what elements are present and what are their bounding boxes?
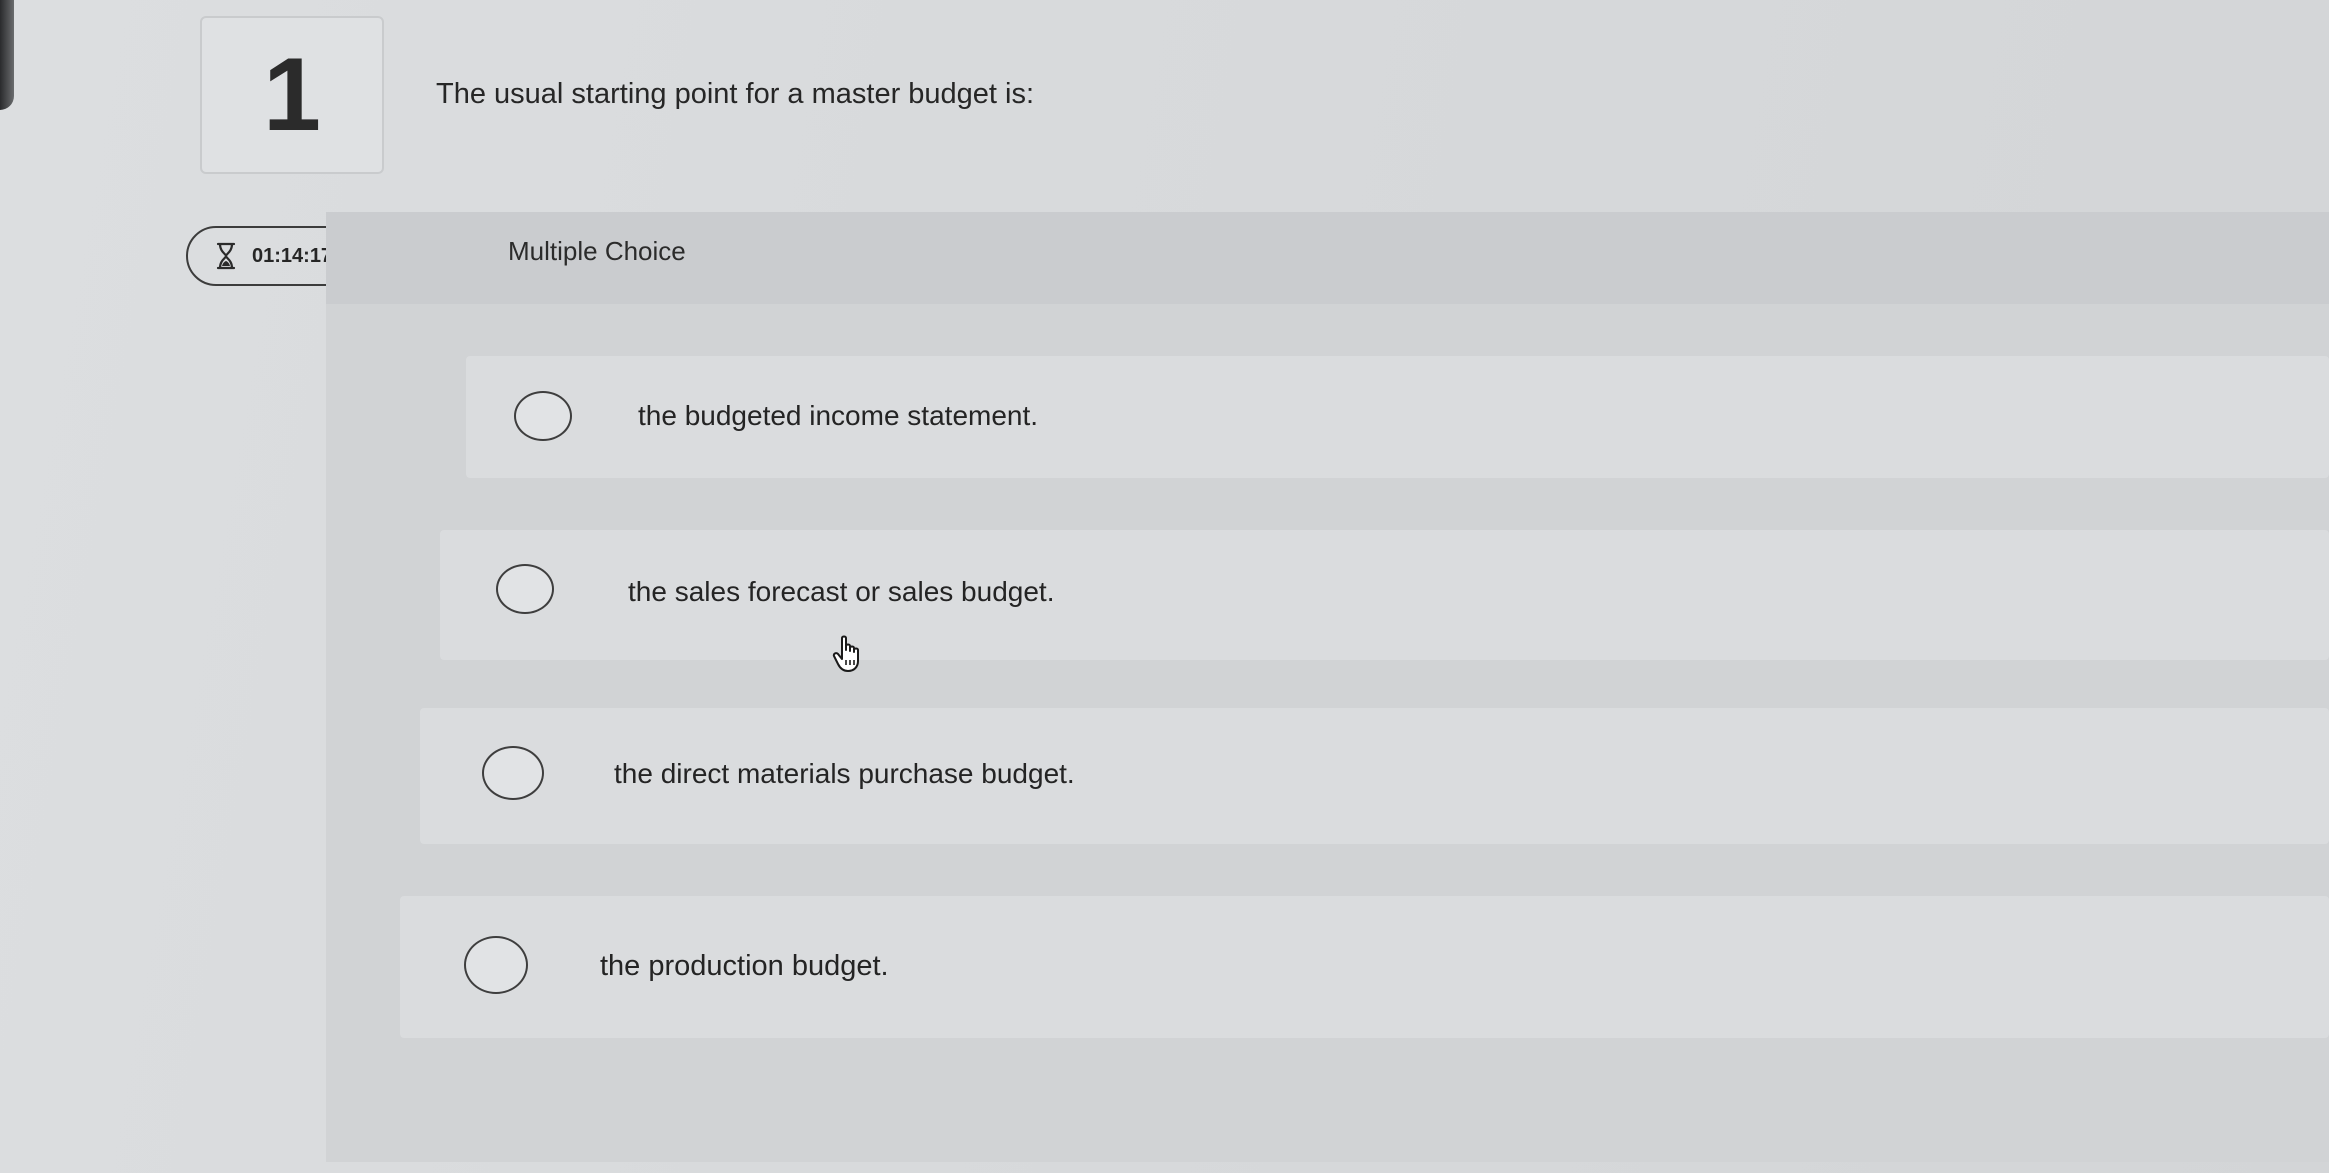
question-number: 1 <box>263 36 321 153</box>
hourglass-icon <box>216 242 236 270</box>
answer-option[interactable]: the production budget. <box>400 896 2329 1038</box>
question-number-card: 1 <box>200 16 384 174</box>
device-edge <box>0 0 14 110</box>
question-type-label: Multiple Choice <box>508 236 686 266</box>
answer-option-label: the direct materials purchase budget. <box>614 758 1075 789</box>
answer-option[interactable]: the sales forecast or sales budget. <box>440 530 2329 660</box>
timer-value: 01:14:17 <box>252 244 333 267</box>
radio-button[interactable] <box>514 391 572 441</box>
answer-option-label: the sales forecast or sales budget. <box>628 576 1055 607</box>
hand-pointer-icon <box>832 634 866 679</box>
answer-option[interactable]: the direct materials purchase budget. <box>420 708 2329 844</box>
answer-option[interactable]: the budgeted income statement. <box>466 356 2329 478</box>
radio-button[interactable] <box>464 936 528 994</box>
answer-option-label: the budgeted income statement. <box>638 400 1039 431</box>
radio-button[interactable] <box>496 564 554 614</box>
radio-button[interactable] <box>482 746 544 800</box>
question-text: The usual starting point for a master bu… <box>436 78 1035 110</box>
answer-option-label: the production budget. <box>600 950 889 982</box>
